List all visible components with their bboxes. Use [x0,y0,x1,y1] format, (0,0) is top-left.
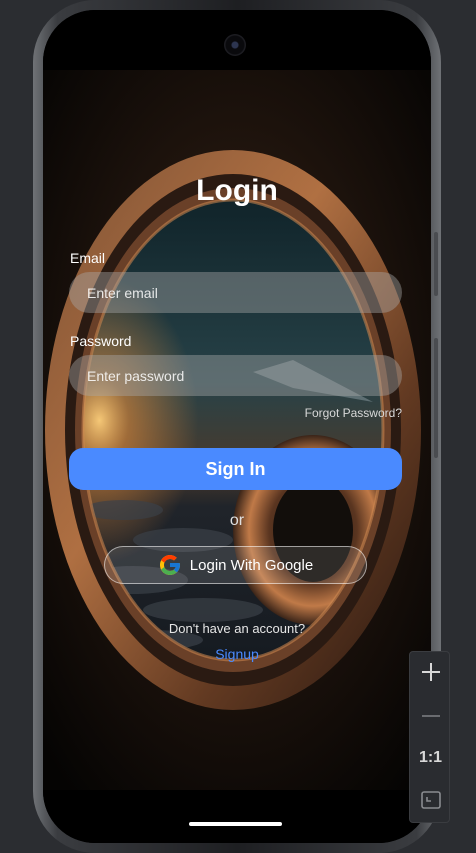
zoom-in-button[interactable] [410,652,451,692]
password-label: Password [70,333,132,349]
google-icon [159,555,180,575]
email-field[interactable] [69,272,402,313]
password-field[interactable] [69,355,402,396]
phone-side-button [434,232,438,296]
or-divider-text: or [229,512,245,529]
forgot-password-link[interactable]: Forgot Password? [305,406,402,420]
actual-size-button[interactable]: 1:1 [410,738,451,778]
page-title: Login [196,174,278,207]
google-login-label: Login With Google [189,556,314,574]
google-login-button[interactable]: Login With Google [104,546,367,584]
no-account-text: Don't have an account? [168,621,306,636]
zoom-out-button[interactable] [410,696,451,736]
signup-link[interactable]: Signup [43,646,431,662]
zoom-controls-panel: 1:1 [409,651,450,823]
fit-screen-button[interactable] [410,780,451,820]
phone-screen: Login Email Password Forgot Password? Si… [43,10,431,843]
plus-icon [421,663,440,681]
fit-screen-icon [420,791,441,809]
sign-in-button[interactable]: Sign In [69,448,402,490]
phone-side-button [434,338,438,458]
airplane-window-background [43,10,431,843]
home-indicator [189,822,282,826]
front-camera [224,34,246,56]
minus-icon [421,715,440,717]
email-label: Email [70,250,106,266]
